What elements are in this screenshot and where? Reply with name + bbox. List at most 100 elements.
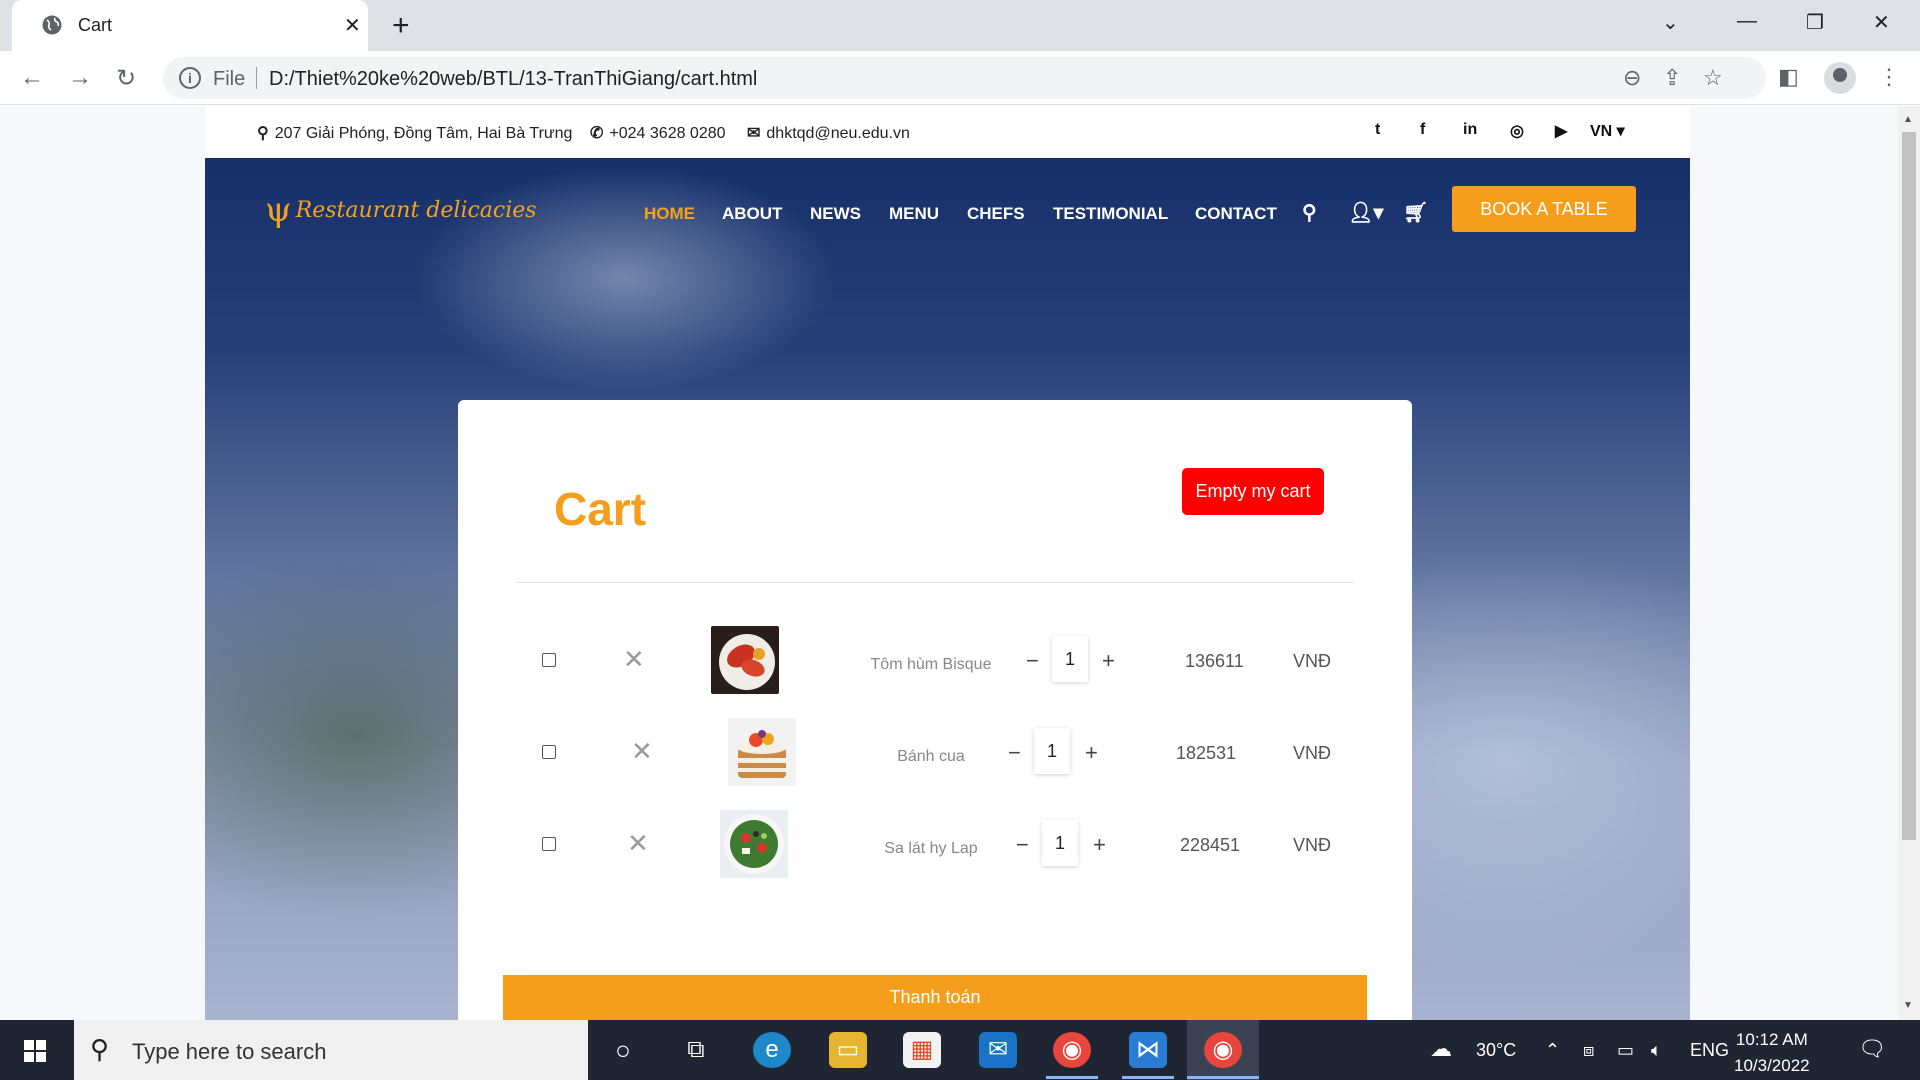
mail-icon[interactable]: ✉ [979,1032,1017,1068]
phone-item: ✆ +024 3628 0280 [590,123,726,143]
notification-icon[interactable]: 🗨︎ [1858,1036,1886,1062]
browser-menu-icon[interactable]: ⋮ [1878,64,1900,90]
decrease-qty-button[interactable]: − [1008,740,1021,766]
item-select-checkbox[interactable] [542,745,556,759]
chrome-icon[interactable]: ◉ [1053,1032,1091,1068]
remove-item-icon[interactable]: ✕ [623,644,645,675]
meet-now-icon[interactable]: ⧈ [1583,1040,1594,1061]
globe-icon [42,15,62,35]
decrease-qty-button[interactable]: − [1016,832,1029,858]
vscode-icon[interactable]: ⋈ [1129,1032,1167,1068]
language-label: VN [1590,123,1613,140]
logo-text: Restaurant delicacies [295,198,537,223]
microsoft-store-icon[interactable]: ▦ [903,1032,941,1068]
page-viewport: ⚲ 207 Giải Phóng, Đồng Tâm, Hai Bà Trưng … [0,106,1898,1020]
linkedin-icon[interactable]: in [1463,121,1477,139]
close-tab-icon[interactable]: ✕ [344,13,361,38]
increase-qty-button[interactable]: + [1085,740,1098,766]
youtube-icon[interactable]: ▶ [1555,121,1567,141]
quantity-field[interactable]: 1 [1034,728,1070,774]
volume-icon[interactable]: 🔈︎ [1651,1040,1662,1061]
edge-browser-icon[interactable]: e [753,1032,791,1068]
url-scheme: File [213,68,246,90]
restore-icon[interactable]: ❐ [1806,10,1824,35]
quantity-field[interactable]: 1 [1052,636,1088,682]
site-info-icon[interactable]: i [179,67,201,89]
nav-home[interactable]: HOME [644,204,695,224]
cart-divider [516,582,1354,583]
omnibox[interactable]: i File D:/Thiet%20ke%20web/BTL/13-TranTh… [163,57,1766,99]
book-table-button[interactable]: BOOK A TABLE [1452,186,1636,232]
nav-contact[interactable]: CONTACT [1195,204,1277,224]
increase-qty-button[interactable]: + [1102,648,1115,674]
new-tab-icon[interactable]: + [392,9,410,43]
user-account-icon[interactable]: 👤︎▾ [1348,200,1383,225]
nav-chefs[interactable]: CHEFS [967,204,1025,224]
task-view-icon[interactable]: ⧉ [677,1032,715,1068]
envelope-icon: ✉ [747,125,761,142]
close-window-icon[interactable]: ✕ [1873,10,1890,35]
share-icon[interactable]: ⇪ [1663,65,1681,91]
url-text[interactable]: D:/Thiet%20ke%20web/BTL/13-TranThiGiang/… [269,68,757,91]
remove-item-icon[interactable]: ✕ [631,736,653,767]
remove-item-icon[interactable]: ✕ [627,828,649,859]
fork-logo-icon: ψ [265,190,292,230]
increase-qty-button[interactable]: + [1093,832,1106,858]
zoom-icon[interactable]: ⊖ [1623,65,1641,91]
side-panel-icon[interactable]: ◧ [1778,64,1799,90]
tray-chevron-icon[interactable]: ⌃ [1545,1040,1560,1061]
decrease-qty-button[interactable]: − [1026,648,1039,674]
nav-about[interactable]: ABOUT [722,204,782,224]
bookmark-star-icon[interactable]: ☆ [1703,65,1723,91]
facebook-icon[interactable]: f [1420,121,1425,139]
contact-info-bar: ⚲ 207 Giải Phóng, Đồng Tâm, Hai Bà Trưng … [205,106,1690,158]
site-logo[interactable]: ψ Restaurant delicacies [265,190,537,230]
scroll-up-arrow-icon[interactable]: ▲ [1903,114,1913,125]
item-select-checkbox[interactable] [542,653,556,667]
reload-icon[interactable]: ↻ [116,64,136,93]
windows-start-icon[interactable] [24,1040,46,1062]
minimize-icon[interactable]: — [1737,10,1757,33]
twitter-icon[interactable]: t [1375,121,1380,139]
nav-menu[interactable]: MENU [889,204,939,224]
back-icon[interactable]: ← [20,64,44,92]
cortana-icon[interactable]: ○ [604,1032,642,1068]
forward-icon[interactable]: → [68,64,92,92]
crab-cake-image [728,718,796,786]
phone-icon: ✆ [590,125,604,142]
quantity-field[interactable]: 1 [1042,820,1078,866]
address-item: ⚲ 207 Giải Phóng, Đồng Tâm, Hai Bà Trưng [257,123,572,143]
cloud-weather-icon[interactable]: ☁ [1430,1036,1452,1062]
instagram-icon[interactable]: ◎ [1510,121,1524,141]
file-explorer-icon[interactable]: ▭ [829,1032,867,1068]
taskbar-clock[interactable]: 10:12 AM 10/3/2022 [1734,1027,1810,1079]
language-selector[interactable]: VN ▾ [1590,121,1625,141]
item-currency: VNĐ [1293,835,1332,855]
greek-salad-image [720,810,788,878]
checkout-button[interactable]: Thanh toán [503,975,1367,1020]
empty-cart-button[interactable]: Empty my cart [1182,468,1324,515]
item-price: 182531 [1176,743,1237,763]
nav-news[interactable]: NEWS [810,204,861,224]
tab-search-icon[interactable]: ⌄ [1662,10,1679,35]
battery-icon[interactable]: ▭ [1617,1040,1634,1061]
page-scrollbar[interactable]: ▲ ▼ [1898,106,1920,1020]
profile-avatar[interactable] [1824,62,1856,94]
item-price: 228451 [1180,835,1241,855]
item-select-checkbox[interactable] [542,837,556,851]
search-magnifier-icon: ⚲ [90,1034,110,1064]
input-language[interactable]: ENG [1690,1040,1729,1061]
shopping-cart-icon[interactable]: 🛒︎ [1403,200,1428,225]
search-icon[interactable]: ⚲ [1302,200,1317,225]
chrome-active-icon[interactable]: ◉ [1204,1032,1242,1068]
nav-testimonial[interactable]: TESTIMONIAL [1053,204,1168,224]
cart-panel: Cart Empty my cart ✕ Tôm hùm Bisque − 1 … [458,400,1412,1020]
phone-text: +024 3628 0280 [609,125,726,142]
weather-temp[interactable]: 30°C [1476,1040,1516,1061]
taskbar-search-box[interactable]: ⚲ Type here to search [74,1020,588,1080]
scroll-down-arrow-icon[interactable]: ▼ [1903,1000,1913,1011]
cart-item-row: ✕ Tôm hùm Bisque − 1 + 136611 VNĐ [458,626,1412,706]
browser-tab[interactable]: Cart ✕ [12,0,368,51]
address-toolbar: ← → ↻ i File D:/Thiet%20ke%20web/BTL/13-… [0,51,1920,105]
scrollbar-thumb[interactable] [1902,132,1916,840]
